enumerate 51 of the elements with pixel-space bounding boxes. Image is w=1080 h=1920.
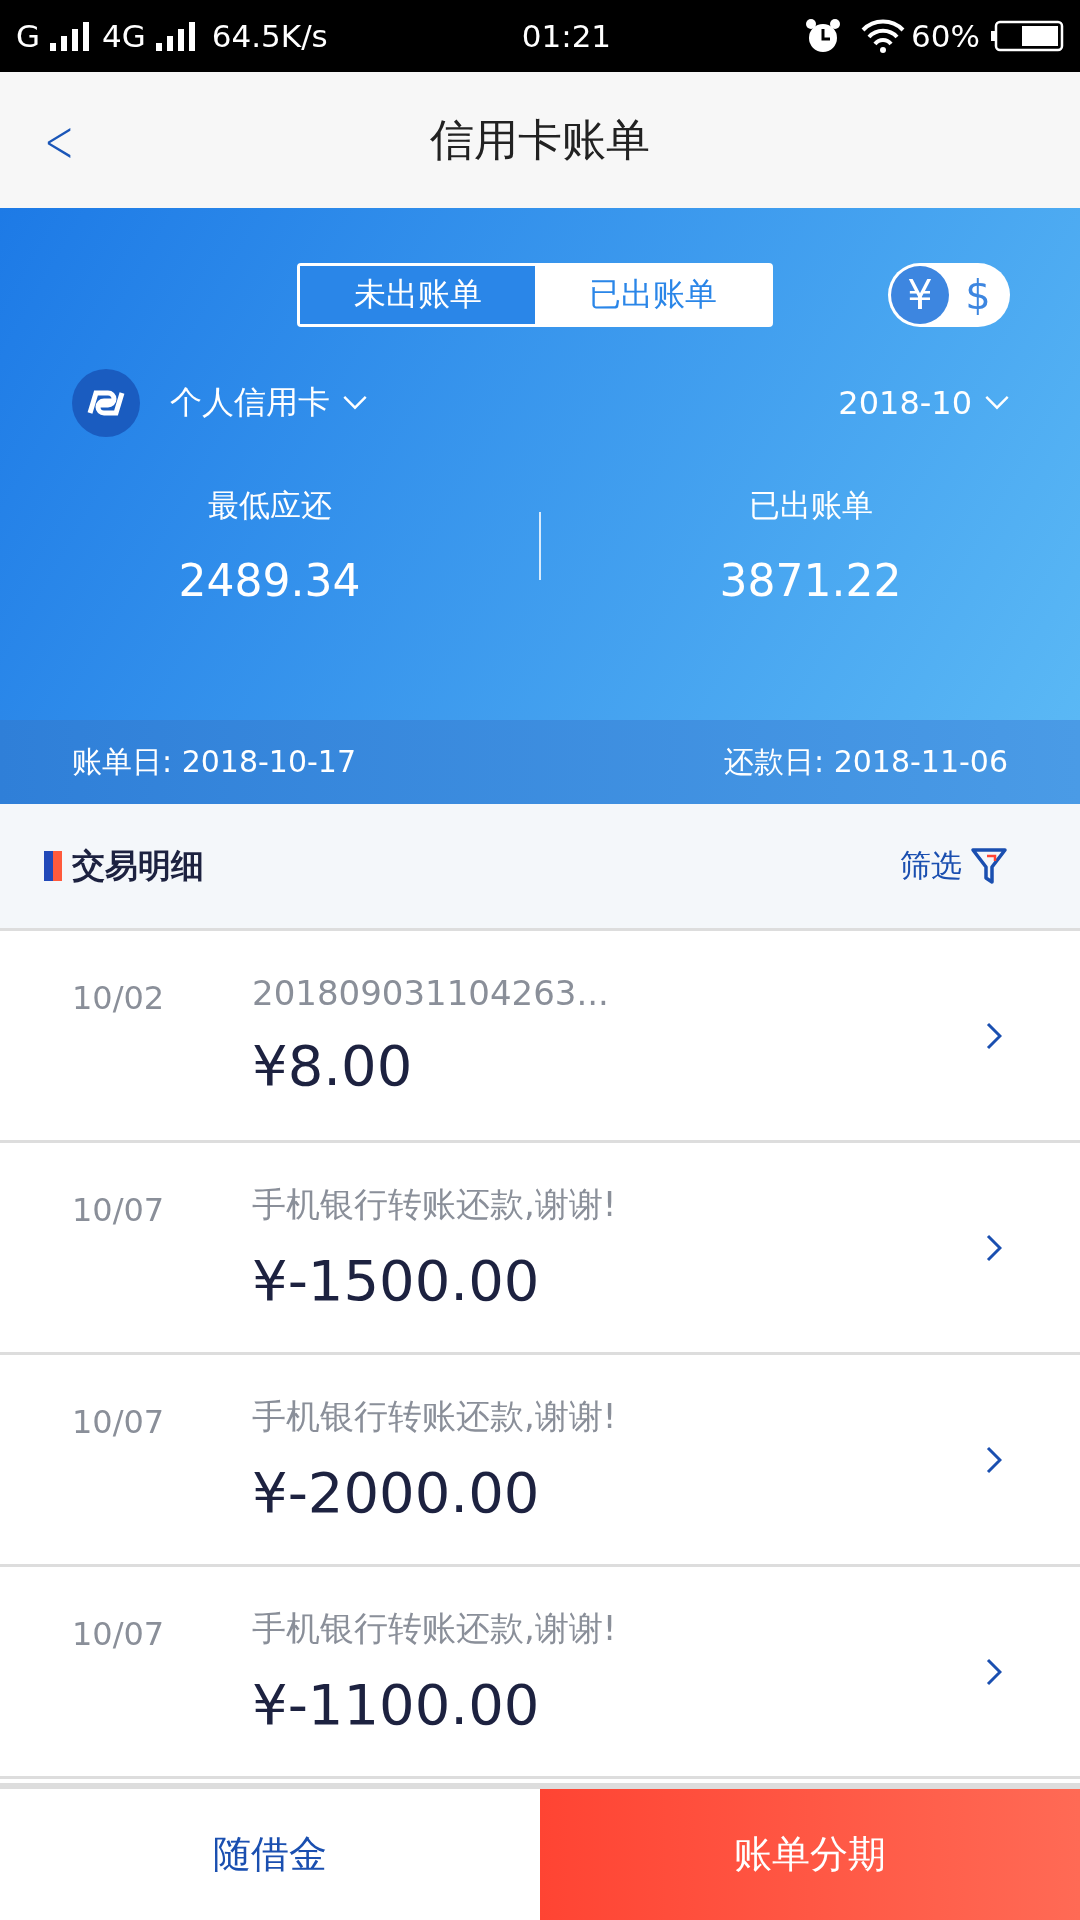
transaction-row[interactable]: 10/07 手机银行转账还款,谢谢! ¥-1100.00 [0, 1567, 1080, 1779]
transaction-date: 10/07 [72, 1403, 166, 1441]
summary-amount: 2489.34 [178, 555, 361, 606]
filter-button[interactable]: 筛选 [900, 845, 1008, 887]
transaction-amount: ¥-2000.00 [252, 1460, 541, 1525]
clock-time: 01:21 [521, 18, 612, 54]
transaction-row[interactable]: 10/07 手机银行转账还款,谢谢! ¥-1500.00 [0, 1143, 1080, 1355]
installment-button[interactable]: 账单分期 [540, 1789, 1080, 1920]
back-button[interactable]: < [38, 106, 81, 176]
chevron-right-icon [986, 1445, 1002, 1474]
battery-icon [990, 20, 1064, 52]
network-label: 4G [102, 18, 146, 54]
chevron-down-icon [342, 395, 368, 411]
card-selector[interactable]: 个人信用卡 [170, 381, 368, 425]
bank-logo-icon [72, 369, 140, 437]
transaction-amount: ¥-1500.00 [252, 1248, 541, 1313]
page-title: 信用卡账单 [430, 112, 650, 167]
transaction-date: 10/02 [72, 979, 166, 1017]
transaction-amount: ¥-1100.00 [252, 1672, 541, 1737]
chevron-right-icon [986, 1233, 1002, 1262]
summary-amount: 3871.22 [719, 555, 902, 606]
chevron-right-icon [986, 1021, 1002, 1050]
transaction-description: 201809031104263... [252, 973, 610, 1013]
transaction-description: 手机银行转账还款,谢谢! [252, 1183, 618, 1226]
section-marker-icon [44, 851, 62, 881]
summary-label: 已出账单 [748, 486, 873, 525]
transaction-description: 手机银行转账还款,谢谢! [252, 1395, 618, 1438]
chevron-right-icon [986, 1657, 1002, 1686]
filter-icon [970, 847, 1008, 885]
summary-label: 最低应还 [207, 486, 332, 525]
wifi-icon [861, 19, 906, 53]
alarm-icon [805, 18, 842, 54]
due-date: 还款日: 2018-11-06 [724, 742, 1008, 781]
month-selector[interactable]: 2018-10 [838, 384, 1010, 422]
transaction-row[interactable]: 10/07 手机银行转账还款,谢谢! ¥-2000.00 [0, 1355, 1080, 1567]
currency-toggle[interactable]: ¥ $ [888, 263, 1010, 327]
signal-icon [155, 21, 198, 51]
chevron-down-icon [984, 395, 1010, 411]
battery-percent: 60% [911, 18, 980, 54]
transaction-date: 10/07 [72, 1615, 166, 1653]
currency-option[interactable]: ¥ [891, 266, 949, 324]
transaction-date: 10/07 [72, 1191, 166, 1229]
transaction-description: 手机银行转账还款,谢谢! [252, 1607, 618, 1650]
section-title: 交易明细 [72, 844, 204, 887]
transaction-row[interactable]: 10/02 201809031104263... ¥8.00 [0, 931, 1080, 1143]
carrier-label: G [16, 18, 41, 54]
transaction-amount: ¥8.00 [252, 1033, 414, 1098]
network-speed: 64.5K/s [211, 18, 328, 54]
bill-date: 账单日: 2018-10-17 [72, 742, 356, 781]
currency-option[interactable]: $ [949, 266, 1007, 324]
bill-tab[interactable]: 未出账单 [300, 266, 535, 324]
